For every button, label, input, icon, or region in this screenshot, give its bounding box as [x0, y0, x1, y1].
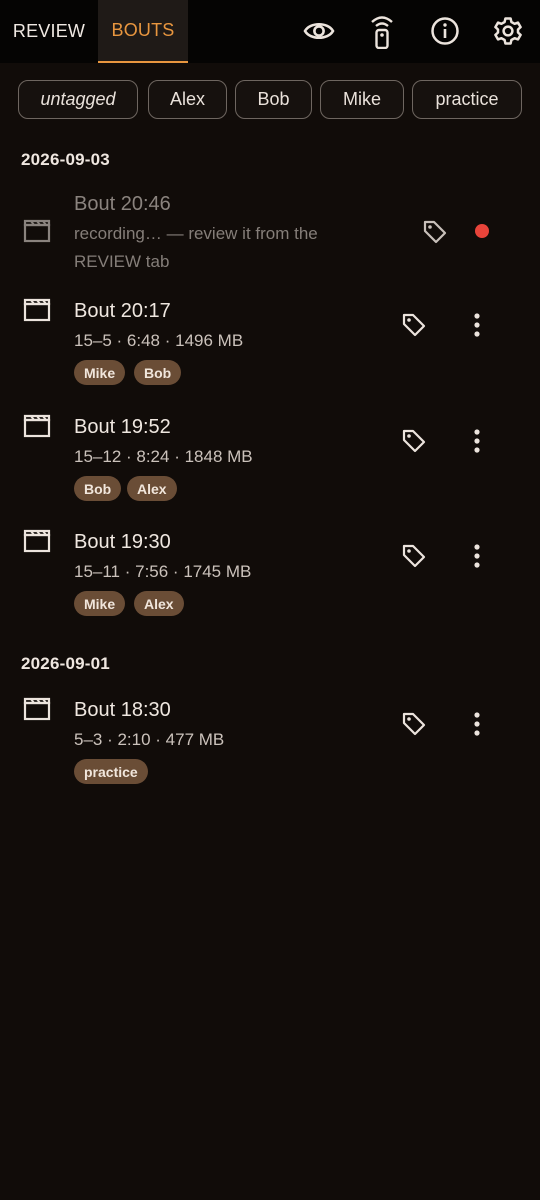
more-vert-icon[interactable] — [470, 711, 484, 737]
bout-meta: 5–3 · 2:10 · 477 MB — [74, 730, 225, 749]
tab-bouts[interactable]: BOUTS — [98, 0, 188, 63]
bout-status: recording… — review it from the REVIEW t… — [74, 224, 318, 271]
date-header: 2026-09-01 — [21, 654, 110, 673]
top-app-bar: REVIEW BOUTS — [0, 0, 540, 63]
date-header: 2026-09-03 — [21, 150, 110, 169]
filter-chip-bob[interactable]: Bob — [235, 80, 312, 119]
info-icon[interactable] — [425, 11, 465, 51]
bout-title: Bout 18:30 — [74, 699, 171, 721]
bout-row[interactable]: Bout 20:17 15–5 · 6:48 · 1496 MB Mike Bo… — [0, 298, 540, 393]
filter-chip-mike[interactable]: Mike — [320, 80, 404, 119]
bout-row[interactable]: Bout 20:46 recording… — review it from t… — [0, 190, 540, 275]
bout-row[interactable]: Bout 19:52 15–12 · 8:24 · 1848 MB Bob Al… — [0, 414, 540, 509]
tag-icon[interactable] — [401, 543, 427, 569]
bout-title: Bout 20:46 — [74, 193, 171, 215]
filter-chip-untagged[interactable]: untagged — [18, 80, 138, 119]
tag-pill: Mike — [74, 360, 126, 385]
filter-chip-practice[interactable]: practice — [412, 80, 522, 119]
bout-row[interactable]: Bout 19:30 15–11 · 7:56 · 1745 MB Mike A… — [0, 529, 540, 624]
tag-pill: Bob — [74, 476, 122, 501]
remote-icon[interactable] — [362, 11, 402, 51]
bout-row[interactable]: Bout 18:30 5–3 · 2:10 · 477 MB practice — [0, 697, 540, 792]
tag-pill: practice — [74, 759, 148, 784]
more-vert-icon[interactable] — [470, 543, 484, 569]
tab-review[interactable]: REVIEW — [0, 0, 98, 63]
bout-title: Bout 19:52 — [74, 416, 171, 438]
tag-icon[interactable] — [401, 711, 427, 737]
film-clapper-icon — [23, 414, 51, 438]
more-vert-icon[interactable] — [470, 312, 484, 338]
filter-chip-alex[interactable]: Alex — [148, 80, 227, 119]
film-clapper-icon — [23, 697, 51, 721]
gear-icon[interactable] — [488, 11, 528, 51]
tag-icon[interactable] — [422, 219, 448, 245]
bout-meta: 15–12 · 8:24 · 1848 MB — [74, 447, 253, 466]
recording-indicator — [475, 224, 489, 238]
tag-icon[interactable] — [401, 428, 427, 454]
bout-title: Bout 20:17 — [74, 300, 171, 322]
bout-title: Bout 19:30 — [74, 531, 171, 553]
tag-pill: Alex — [134, 591, 184, 616]
film-clapper-icon — [23, 529, 51, 553]
film-clapper-icon — [23, 298, 51, 322]
tag-icon[interactable] — [401, 312, 427, 338]
bout-meta: 15–11 · 7:56 · 1745 MB — [74, 562, 252, 581]
tag-pill: Alex — [127, 476, 177, 501]
tag-pill: Mike — [74, 591, 126, 616]
more-vert-icon[interactable] — [470, 428, 484, 454]
bout-meta: 15–5 · 6:48 · 1496 MB — [74, 331, 244, 350]
tag-pill: Bob — [134, 360, 182, 385]
eye-icon[interactable] — [299, 11, 339, 51]
film-clapper-icon — [23, 219, 51, 243]
